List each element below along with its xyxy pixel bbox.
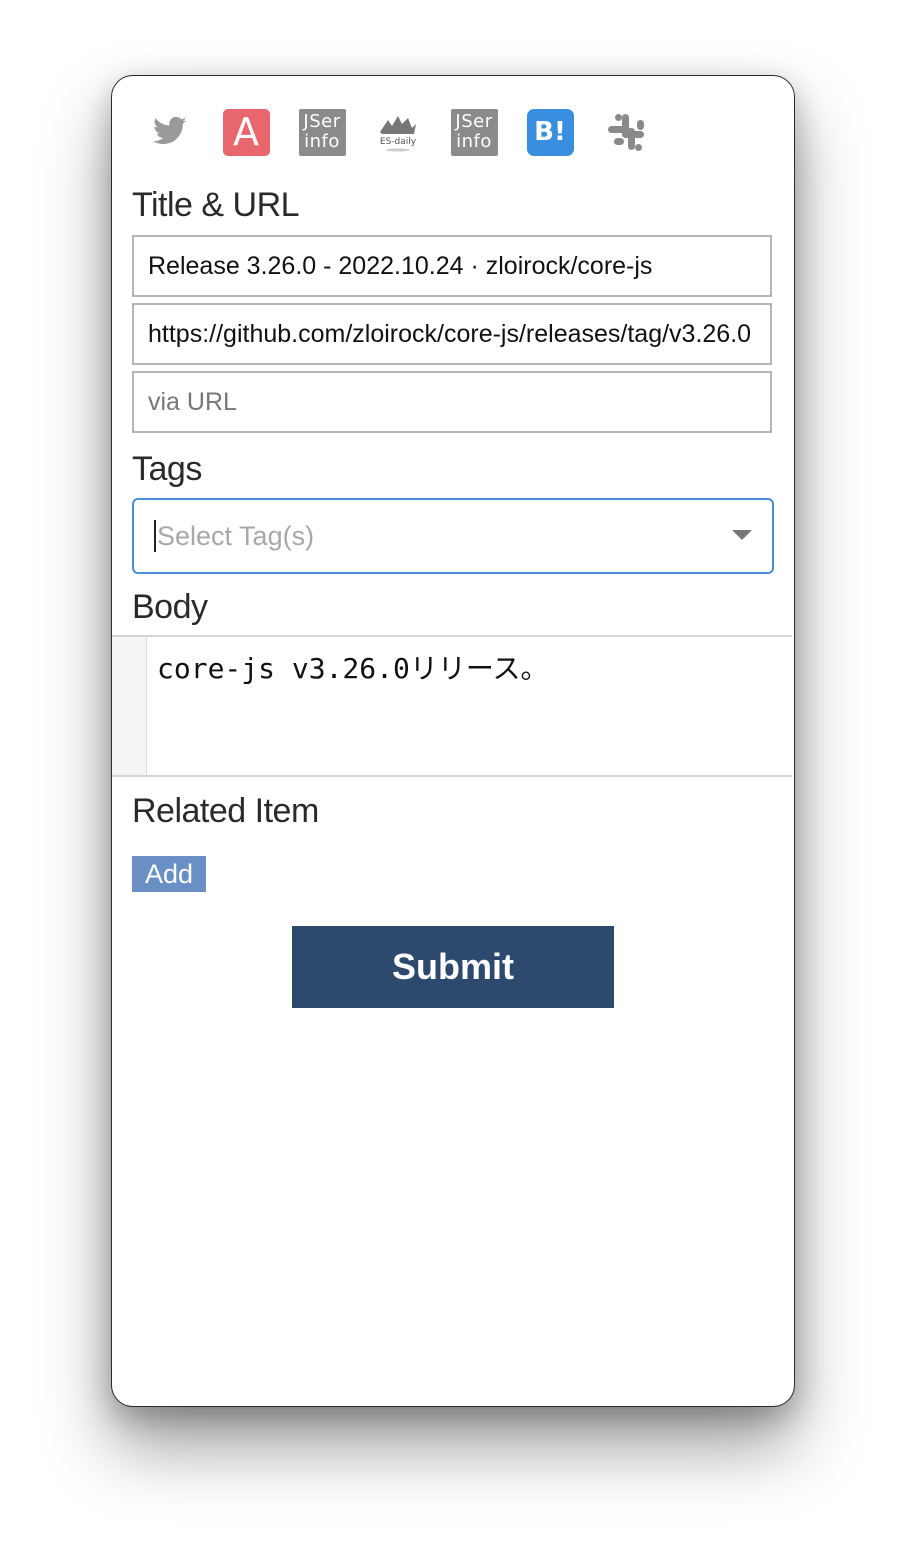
slack-icon[interactable] — [602, 108, 650, 156]
related-item-label: Related Item — [132, 792, 319, 830]
es-daily-icon[interactable]: ES-daily — [374, 108, 422, 156]
submit-button[interactable]: Submit — [292, 926, 614, 1008]
title-url-label: Title & URL — [132, 186, 300, 224]
chevron-down-icon[interactable] — [732, 530, 752, 540]
jser2-line1: JSer — [455, 111, 493, 132]
jser2-line2: info — [456, 131, 492, 152]
url-input[interactable]: https://github.com/zloirock/core-js/rele… — [132, 303, 772, 365]
add-related-button[interactable]: Add — [132, 856, 206, 892]
body-text[interactable]: core-js v3.26.0リリース。 — [147, 637, 558, 775]
tags-select[interactable]: Select Tag(s) — [132, 498, 774, 574]
tags-placeholder: Select Tag(s) — [157, 520, 315, 551]
jser-line2: info — [304, 131, 340, 152]
text-cursor — [154, 520, 156, 552]
twitter-icon[interactable] — [146, 108, 194, 156]
es-daily-text: ES-daily — [380, 137, 417, 147]
title-input[interactable]: Release 3.26.0 - 2022.10.24 · zloirock/c… — [132, 235, 772, 297]
via-url-input[interactable]: via URL — [132, 371, 772, 433]
toolbar: A JSer info ES-daily JSer info B! — [112, 76, 794, 186]
asciidoc-icon[interactable]: A — [222, 108, 270, 156]
asciidoc-glyph: A — [222, 108, 270, 156]
body-editor[interactable]: core-js v3.26.0リリース。 — [112, 635, 792, 777]
hatena-text: B! — [526, 108, 574, 156]
jser-line1: JSer — [303, 111, 341, 132]
editor-gutter — [112, 637, 147, 775]
jser-info-icon[interactable]: JSer info — [298, 108, 346, 156]
hatena-bookmark-icon[interactable]: B! — [526, 108, 574, 156]
body-label: Body — [132, 588, 208, 626]
jser-info-icon-2[interactable]: JSer info — [450, 108, 498, 156]
tags-label: Tags — [132, 450, 202, 488]
app-window: A JSer info ES-daily JSer info B! Title … — [111, 75, 795, 1407]
